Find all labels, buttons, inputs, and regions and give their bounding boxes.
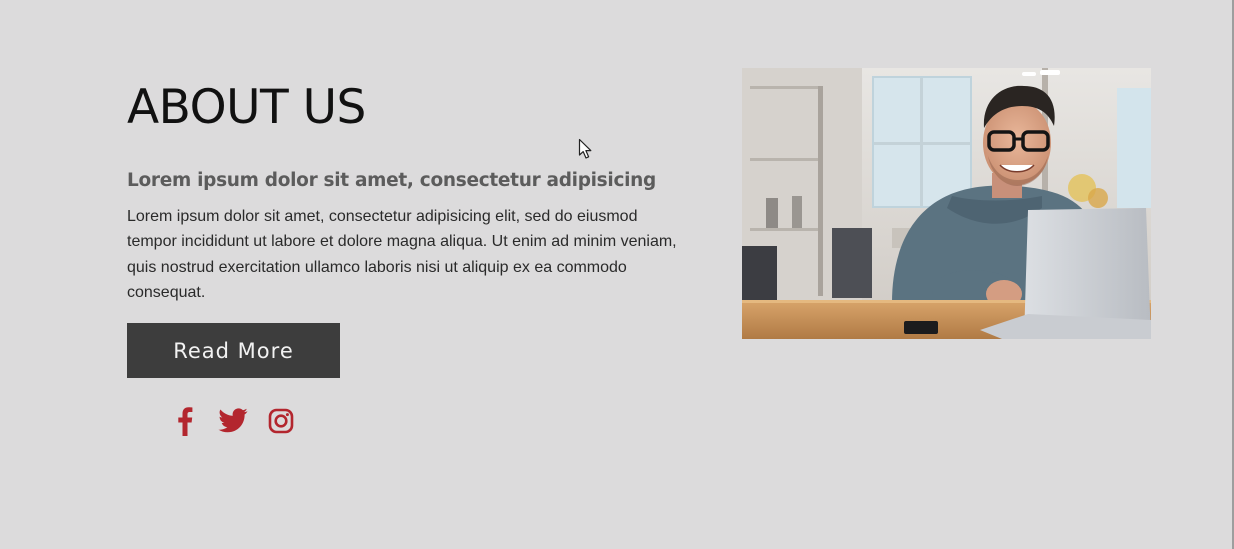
- social-links: [170, 404, 314, 438]
- page-title: ABOUT US: [127, 80, 366, 135]
- mouse-cursor-icon: [578, 138, 592, 159]
- twitter-link[interactable]: [218, 405, 248, 437]
- subtitle: Lorem ipsum dolor sit amet, consectetur …: [127, 170, 656, 191]
- twitter-icon: [218, 408, 248, 433]
- facebook-link[interactable]: [170, 405, 200, 437]
- body-paragraph: Lorem ipsum dolor sit amet, consectetur …: [127, 208, 677, 301]
- about-section: ABOUT US Lorem ipsum dolor sit amet, con…: [0, 0, 1234, 549]
- instagram-link[interactable]: [266, 405, 296, 437]
- facebook-icon: [178, 407, 193, 436]
- team-photo: [742, 68, 1151, 339]
- read-more-button[interactable]: Read More: [127, 323, 340, 378]
- instagram-icon: [268, 408, 294, 434]
